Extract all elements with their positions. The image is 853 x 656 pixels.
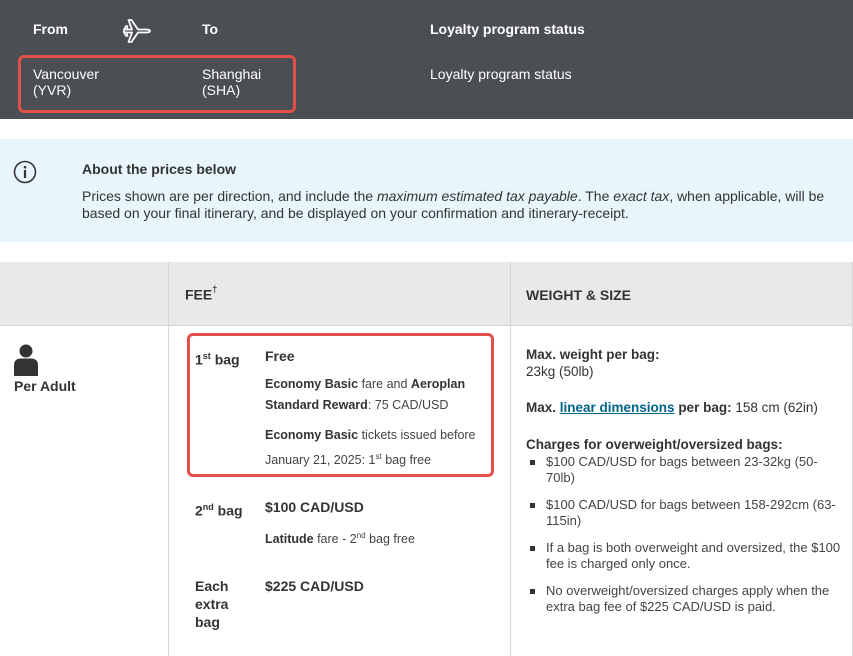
list-item: If a bag is both overweight and oversize… bbox=[526, 540, 841, 572]
origin-city: Vancouver (YVR) bbox=[33, 66, 99, 98]
max-weight-title: Max. weight per bag: bbox=[526, 347, 660, 362]
column-divider bbox=[168, 262, 169, 656]
loyalty-label: Loyalty program status bbox=[430, 21, 585, 37]
max-weight-value: 23kg (50lb) bbox=[526, 364, 594, 379]
charges-title: Charges for overweight/oversized bags: bbox=[526, 437, 783, 452]
charges-list: $100 CAD/USD for bags between 23-32kg (5… bbox=[526, 454, 846, 615]
list-item: No overweight/oversized charges apply wh… bbox=[526, 583, 841, 615]
extra-bag-label: Each extra bag bbox=[195, 578, 229, 630]
first-bag-label: 1st bag bbox=[195, 351, 240, 368]
fee-column-header: FEE† bbox=[185, 284, 218, 303]
to-label: To bbox=[202, 21, 219, 37]
destination-city-code: (SHA) bbox=[202, 82, 241, 98]
column-divider bbox=[510, 262, 511, 656]
second-bag-note-latitude: Latitude fare - 2nd bag free bbox=[265, 531, 415, 547]
linear-dimensions-link[interactable]: linear dimensions bbox=[560, 400, 675, 415]
first-bag-note-basic-tickets: Economy Basic tickets issued before Janu… bbox=[265, 428, 476, 468]
baggage-fee-table: FEE† WEIGHT & SIZE Per Adult 1st bag Fre… bbox=[0, 262, 853, 656]
overweight-charges: Charges for overweight/oversized bags: $… bbox=[526, 436, 846, 626]
plane-icon bbox=[123, 19, 151, 43]
list-item: $100 CAD/USD for bags between 158-292cm … bbox=[526, 497, 841, 529]
passenger-type-label: Per Adult bbox=[14, 378, 76, 394]
person-icon bbox=[14, 344, 38, 376]
origin-city-name: Vancouver bbox=[33, 66, 99, 82]
max-dimensions: Max. linear dimensions per bag: 158 cm (… bbox=[526, 400, 818, 415]
info-title: About the prices below bbox=[82, 161, 237, 177]
first-bag-note-basic-fare: Economy Basic fare and Aeroplan Standard… bbox=[265, 377, 466, 412]
second-bag-price: $100 CAD/USD bbox=[265, 499, 364, 515]
origin-city-code: (YVR) bbox=[33, 82, 72, 98]
route-header: From To Loyalty program status Vancouver… bbox=[0, 0, 853, 119]
loyalty-value: Loyalty program status bbox=[430, 66, 572, 82]
list-item: $100 CAD/USD for bags between 23-32kg (5… bbox=[526, 454, 841, 486]
table-header: FEE† WEIGHT & SIZE bbox=[0, 262, 853, 326]
second-bag-label: 2nd bag bbox=[195, 502, 243, 519]
extra-bag-price: $225 CAD/USD bbox=[265, 578, 364, 594]
info-text: Prices shown are per direction, and incl… bbox=[82, 188, 825, 221]
first-bag-price: Free bbox=[265, 348, 295, 364]
destination-city-name: Shanghai bbox=[202, 66, 262, 82]
weight-size-column-header: WEIGHT & SIZE bbox=[526, 287, 631, 303]
from-label: From bbox=[33, 21, 68, 37]
max-weight: Max. weight per bag: 23kg (50lb) bbox=[526, 346, 660, 380]
destination-city: Shanghai (SHA) bbox=[202, 66, 261, 98]
info-icon bbox=[13, 160, 37, 184]
price-info-banner: About the prices below Prices shown are … bbox=[0, 139, 853, 242]
